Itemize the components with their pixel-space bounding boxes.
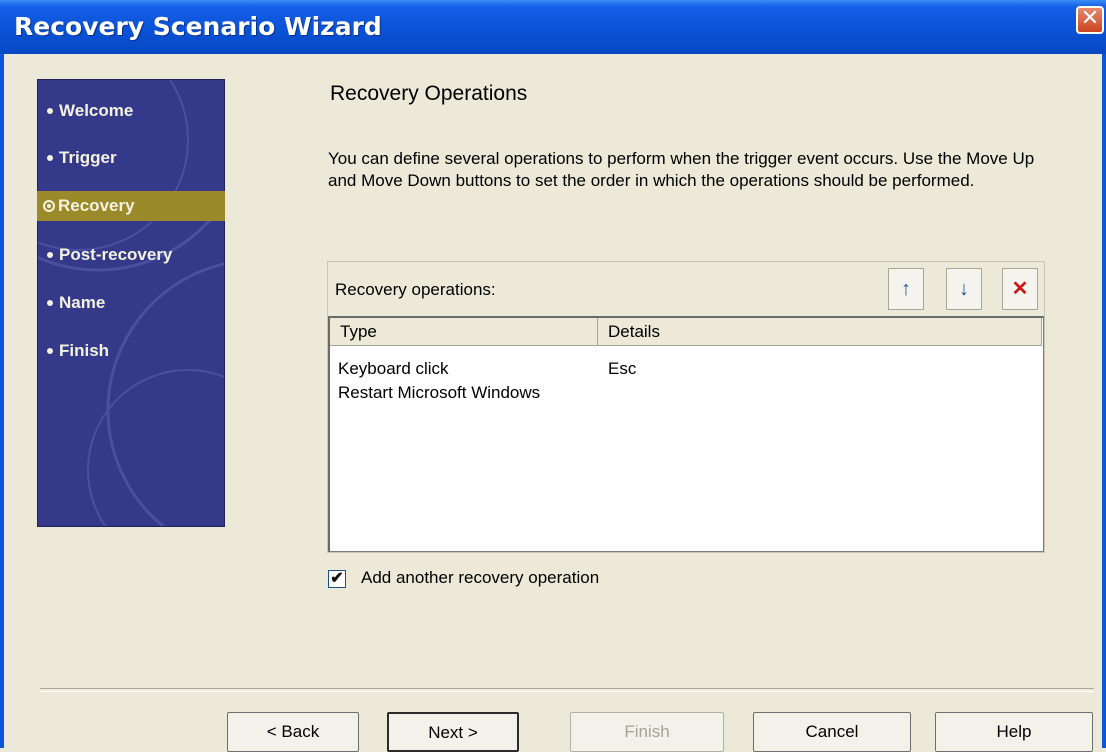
title-bar[interactable]: Recovery Scenario Wizard ✕ (0, 0, 1106, 54)
bullet-icon (47, 251, 53, 258)
column-header-details[interactable]: Details (598, 318, 1042, 346)
finish-button: Finish (570, 712, 724, 752)
operations-list[interactable]: Type Details Keyboard click Esc Restart … (328, 316, 1044, 552)
sidebar-item-post-recovery: Post-recovery (37, 240, 225, 270)
table-cell-details[interactable]: Esc (608, 358, 636, 380)
checkmark-icon: ✔ (330, 570, 344, 587)
table-cell-type[interactable]: Restart Microsoft Windows (338, 382, 540, 404)
sidebar-item-label: Trigger (59, 148, 117, 167)
bullet-icon (47, 107, 53, 114)
delete-operation-button[interactable]: ✕ (1002, 268, 1038, 310)
bullet-icon (47, 154, 53, 161)
close-icon: ✕ (1080, 6, 1100, 31)
help-button[interactable]: Help (935, 712, 1093, 752)
sidebar-item-name: Name (37, 288, 225, 318)
sidebar-item-trigger: Trigger (37, 143, 225, 173)
window-title: Recovery Scenario Wizard (14, 12, 382, 41)
add-another-label[interactable]: Add another recovery operation (361, 568, 599, 588)
move-down-button[interactable]: ↓ (946, 268, 982, 310)
sidebar-item-label: Name (59, 293, 106, 312)
sidebar-item-finish: Finish (37, 336, 225, 366)
bullet-icon (47, 347, 53, 354)
sidebar-item-recovery: Recovery (37, 191, 225, 221)
arrow-up-icon: ↑ (901, 278, 911, 300)
move-up-button[interactable]: ↑ (888, 268, 924, 310)
table-cell-type[interactable]: Keyboard click (338, 358, 449, 380)
arrow-down-icon: ↓ (959, 278, 969, 300)
radio-selected-icon (43, 199, 55, 212)
page-description: You can define several operations to per… (328, 149, 1035, 190)
column-header-type[interactable]: Type (330, 318, 598, 346)
operations-label: Recovery operations: (335, 280, 496, 299)
sidebar-item-label: Post-recovery (59, 245, 173, 264)
cancel-button[interactable]: Cancel (753, 712, 911, 752)
sidebar-item-label: Welcome (59, 101, 134, 120)
sidebar-item-label: Finish (59, 341, 110, 360)
close-button[interactable]: ✕ (1076, 6, 1104, 34)
bullet-icon (47, 299, 53, 306)
page-title: Recovery Operations (330, 82, 528, 105)
wizard-window: Recovery Scenario Wizard ✕ Welcome Trigge… (0, 0, 1106, 752)
sidebar-item-welcome: Welcome (37, 96, 225, 126)
delete-icon: ✕ (1011, 278, 1029, 300)
back-button[interactable]: < Back (227, 712, 359, 752)
add-another-checkbox[interactable]: ✔ (328, 570, 346, 588)
footer-divider (40, 688, 1094, 692)
next-button[interactable]: Next > (387, 712, 519, 752)
sidebar-item-label: Recovery (58, 196, 135, 215)
